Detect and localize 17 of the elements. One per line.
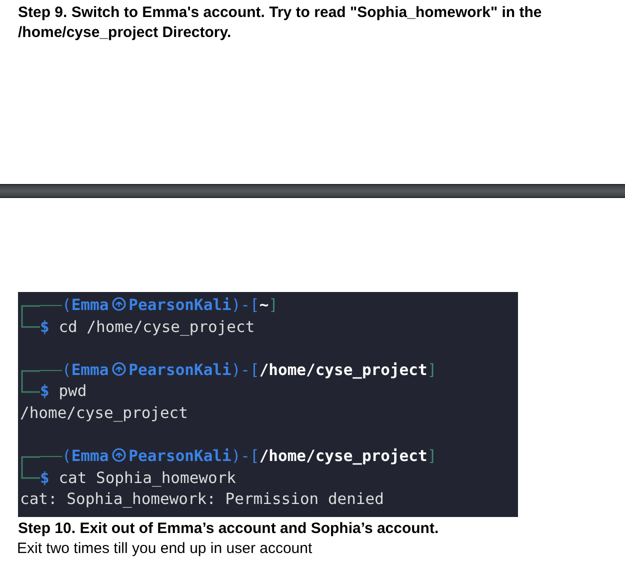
circle-icon <box>112 448 126 462</box>
step-heading: Step 9. Switch to Emma's account. Try to read "Sophia_homework" in the /home/cyse_project Directory. <box>17 3 543 43</box>
command-text: cat Sophia_homework <box>58 468 236 487</box>
command-text: cd /home/cyse_project <box>58 318 255 336</box>
output-text: cat: Sophia_homework: Permission denied <box>20 490 384 508</box>
prompt-label: (Emma PearsonKali)-[~] <box>62 295 278 316</box>
step-heading: Step 10. Exit out of Emma’s account and Sophia’s account. <box>17 519 440 539</box>
step-text: Exit two times till you end up in user account <box>16 539 314 559</box>
circle-icon <box>112 297 126 311</box>
prompt-sigil: $ <box>40 468 50 487</box>
prompt-sigil: $ <box>40 318 50 336</box>
prompt-sigil: $ <box>40 382 50 400</box>
output-text: /home/cyse_project <box>20 404 188 422</box>
command-text: pwd <box>58 382 87 400</box>
prompt-label: (Emma PearsonKali)-[/home/cyse_project] <box>62 446 437 468</box>
prompt-label: (Emma PearsonKali)-[/home/cyse_project] <box>62 360 437 381</box>
circle-icon <box>112 362 126 376</box>
